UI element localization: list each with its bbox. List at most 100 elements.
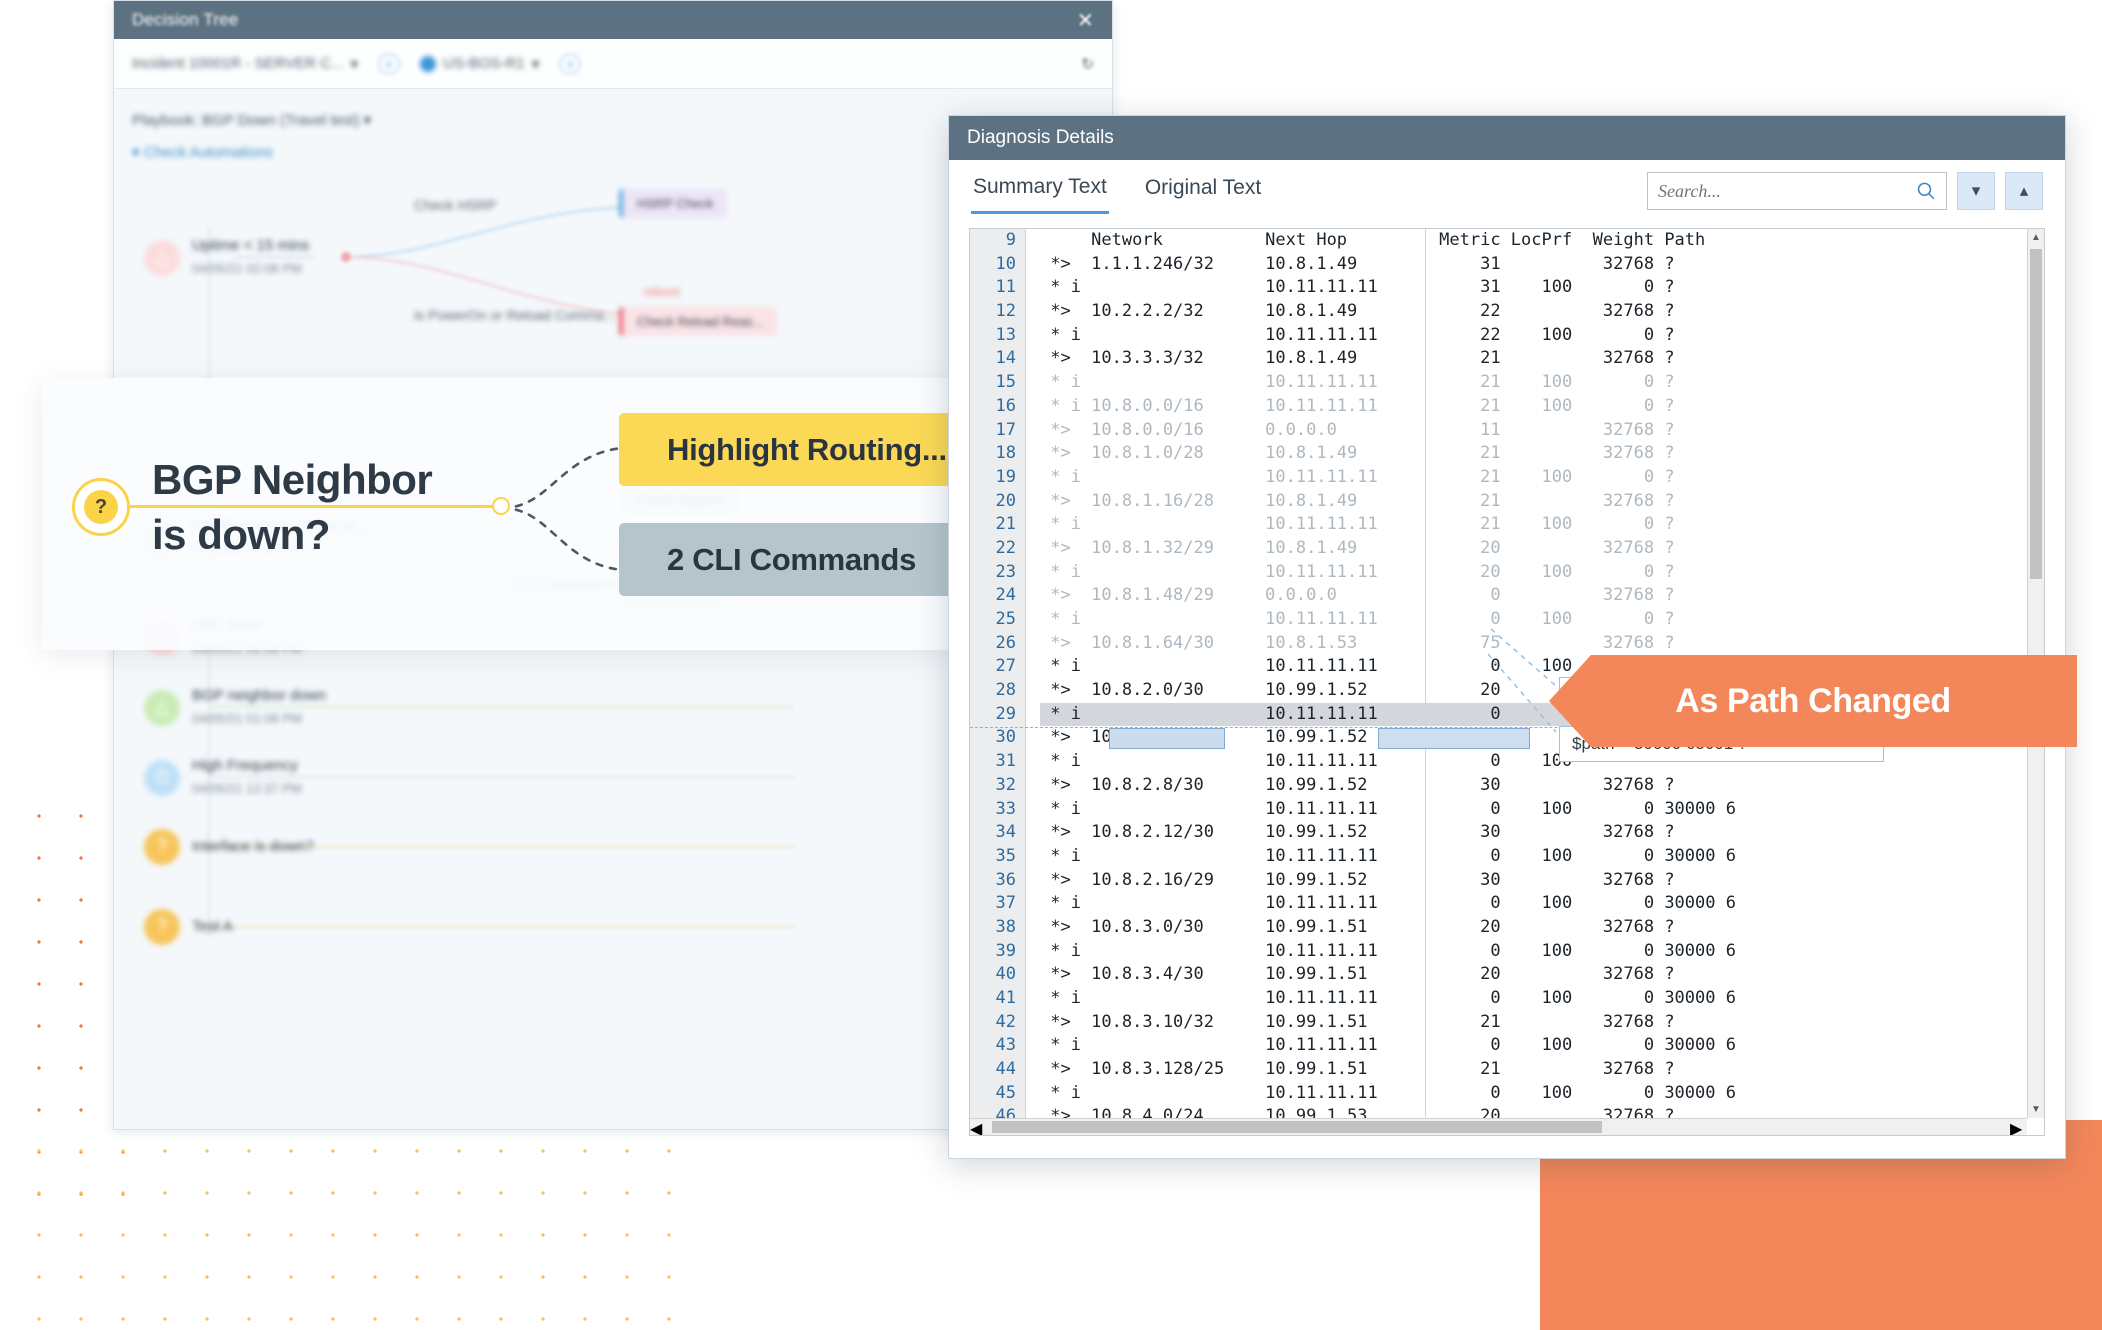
line-number: 45 [970,1082,1016,1106]
automation-pill[interactable]: HSRP Check [619,189,727,218]
line-number: 38 [970,916,1016,940]
line-number: 39 [970,940,1016,964]
tree-node[interactable]: △ Uptime < 15 mins 04/05/21 02:08 PM [144,235,309,280]
bgp-branch-node [492,497,510,515]
line-number: 22 [970,537,1016,561]
search-next-button[interactable]: ▾ [1957,172,1995,210]
line-number: 10 [970,253,1016,277]
line-number: 43 [970,1034,1016,1058]
tab-summary-text[interactable]: Summary Text [971,169,1109,214]
line-number: 34 [970,821,1016,845]
line-number: 29 [970,703,1016,727]
line-number: 28 [970,679,1016,703]
as-path-changed-callout: As Path Changed [1549,655,2077,747]
tree-node-title: Interface is down? [192,838,314,855]
tree-node[interactable]: △ BGP neighbor down 04/05/21 01:08 PM [144,685,326,730]
tree-node[interactable]: ? Interface is down? [144,829,314,865]
line-number: 32 [970,774,1016,798]
tree-node-title: Test A [192,918,233,935]
device-selector[interactable]: US-BOS-R1 ▾ [420,55,539,73]
bgp-title-line1: BGP Neighbor [152,452,432,507]
incident-selector[interactable]: Incident 10001R - SERVER C... ▾ [132,55,358,73]
horizontal-scroll-thumb[interactable] [992,1121,1602,1133]
tree-node-title: High Frequency [192,757,298,774]
chevron-down-icon: ▾ [132,144,140,161]
line-number: 23 [970,561,1016,585]
refresh-icon[interactable]: ↻ [1081,55,1094,73]
bgp-title-line2: is down? [152,507,432,562]
decision-tree-toolbar: Incident 10001R - SERVER C... ▾ ‹ US-BOS… [114,39,1112,89]
line-number: 26 [970,632,1016,656]
line-number: 35 [970,845,1016,869]
scroll-down-arrow-icon[interactable]: ▼ [2028,1101,2044,1118]
warning-triangle-icon: △ [144,690,180,726]
line-number: 13 [970,324,1016,348]
tree-node-time: 04/05/21 12:37 PM [192,781,302,796]
diagnosis-details-titlebar: Diagnosis Details [949,116,2065,160]
search-icon[interactable] [1916,180,1936,202]
question-icon: ? [144,909,180,945]
line-number: 14 [970,347,1016,371]
diagnosis-details-window: Diagnosis Details Summary Text Original … [948,115,2066,1159]
line-number: 19 [970,466,1016,490]
tree-node-time: 04/05/21 02:08 PM [192,261,302,276]
search-prev-button[interactable]: ▴ [2005,172,2043,210]
line-number: 18 [970,442,1016,466]
tree-node[interactable]: ⏱ High Frequency 04/05/21 12:37 PM [144,755,302,800]
tree-node-title: Uptime < 15 mins [192,237,309,254]
search-box[interactable] [1647,172,1947,210]
diagnosis-details-title: Diagnosis Details [967,127,1114,149]
chevron-down-icon: ▾ [532,55,540,73]
playbook-label: Playbook: [132,112,198,129]
chevron-right-icon[interactable]: › [559,53,581,75]
line-number: 15 [970,371,1016,395]
chevron-down-icon: ▾ [364,112,372,129]
line-number: 20 [970,490,1016,514]
scroll-up-arrow-icon[interactable]: ▲ [2028,229,2044,246]
horizontal-scrollbar[interactable]: ◀ ▶ [970,1118,2027,1135]
search-controls: ▾ ▴ [1647,172,2043,210]
bgp-overlay-title: BGP Neighbor is down? [152,452,432,563]
automation-pill[interactable]: reboot [629,277,694,306]
warning-triangle-icon: △ [144,240,180,276]
line-number: 24 [970,584,1016,608]
decision-tree-title: Decision Tree [132,10,239,30]
vertical-scroll-thumb[interactable] [2030,249,2042,579]
line-number-gutter: 9101112131415161718192021222324252627282… [970,229,1026,1118]
playbook-value[interactable]: BGP Down (Travel test) [202,112,360,129]
line-number: 44 [970,1058,1016,1082]
line-number: 30 [970,726,1016,750]
line-number: 42 [970,1011,1016,1035]
scroll-left-arrow-icon[interactable]: ◀ [970,1119,987,1136]
search-input[interactable] [1658,181,1916,202]
line-number: 11 [970,276,1016,300]
line-number: 31 [970,750,1016,774]
question-mark-badge-icon: ? [72,478,130,536]
chevron-left-icon[interactable]: ‹ [378,53,400,75]
close-icon[interactable]: ✕ [1077,8,1094,33]
decision-tree-titlebar: Decision Tree ✕ [114,1,1112,39]
line-number: 21 [970,513,1016,537]
device-icon [420,56,436,72]
line-number: 36 [970,869,1016,893]
scroll-right-arrow-icon[interactable]: ▶ [2010,1119,2027,1136]
line-number: 16 [970,395,1016,419]
selected-network-cell[interactable] [1109,728,1225,749]
line-number: 33 [970,798,1016,822]
chevron-down-icon: ▾ [351,55,359,73]
question-icon: ? [144,829,180,865]
decorative-dot-grid-bottom [18,1130,698,1330]
line-number: 17 [970,419,1016,443]
diagnosis-tabbar: Summary Text Original Text ▾ ▴ [949,160,2065,222]
tree-node-time: 04/05/21 01:08 PM [192,711,302,726]
branch-label: is PowerOn or Reload Comma... [414,307,616,323]
line-number: 25 [970,608,1016,632]
tree-node[interactable]: ? Test A [144,909,233,945]
line-number: 46 [970,1105,1016,1118]
selected-next-hop-cell[interactable] [1378,728,1530,749]
automation-pill[interactable]: Check Reload Reas... [619,307,777,336]
line-number: 12 [970,300,1016,324]
branch-label: Check HSRP [414,197,496,213]
tab-original-text[interactable]: Original Text [1143,170,1263,212]
line-number: 27 [970,655,1016,679]
